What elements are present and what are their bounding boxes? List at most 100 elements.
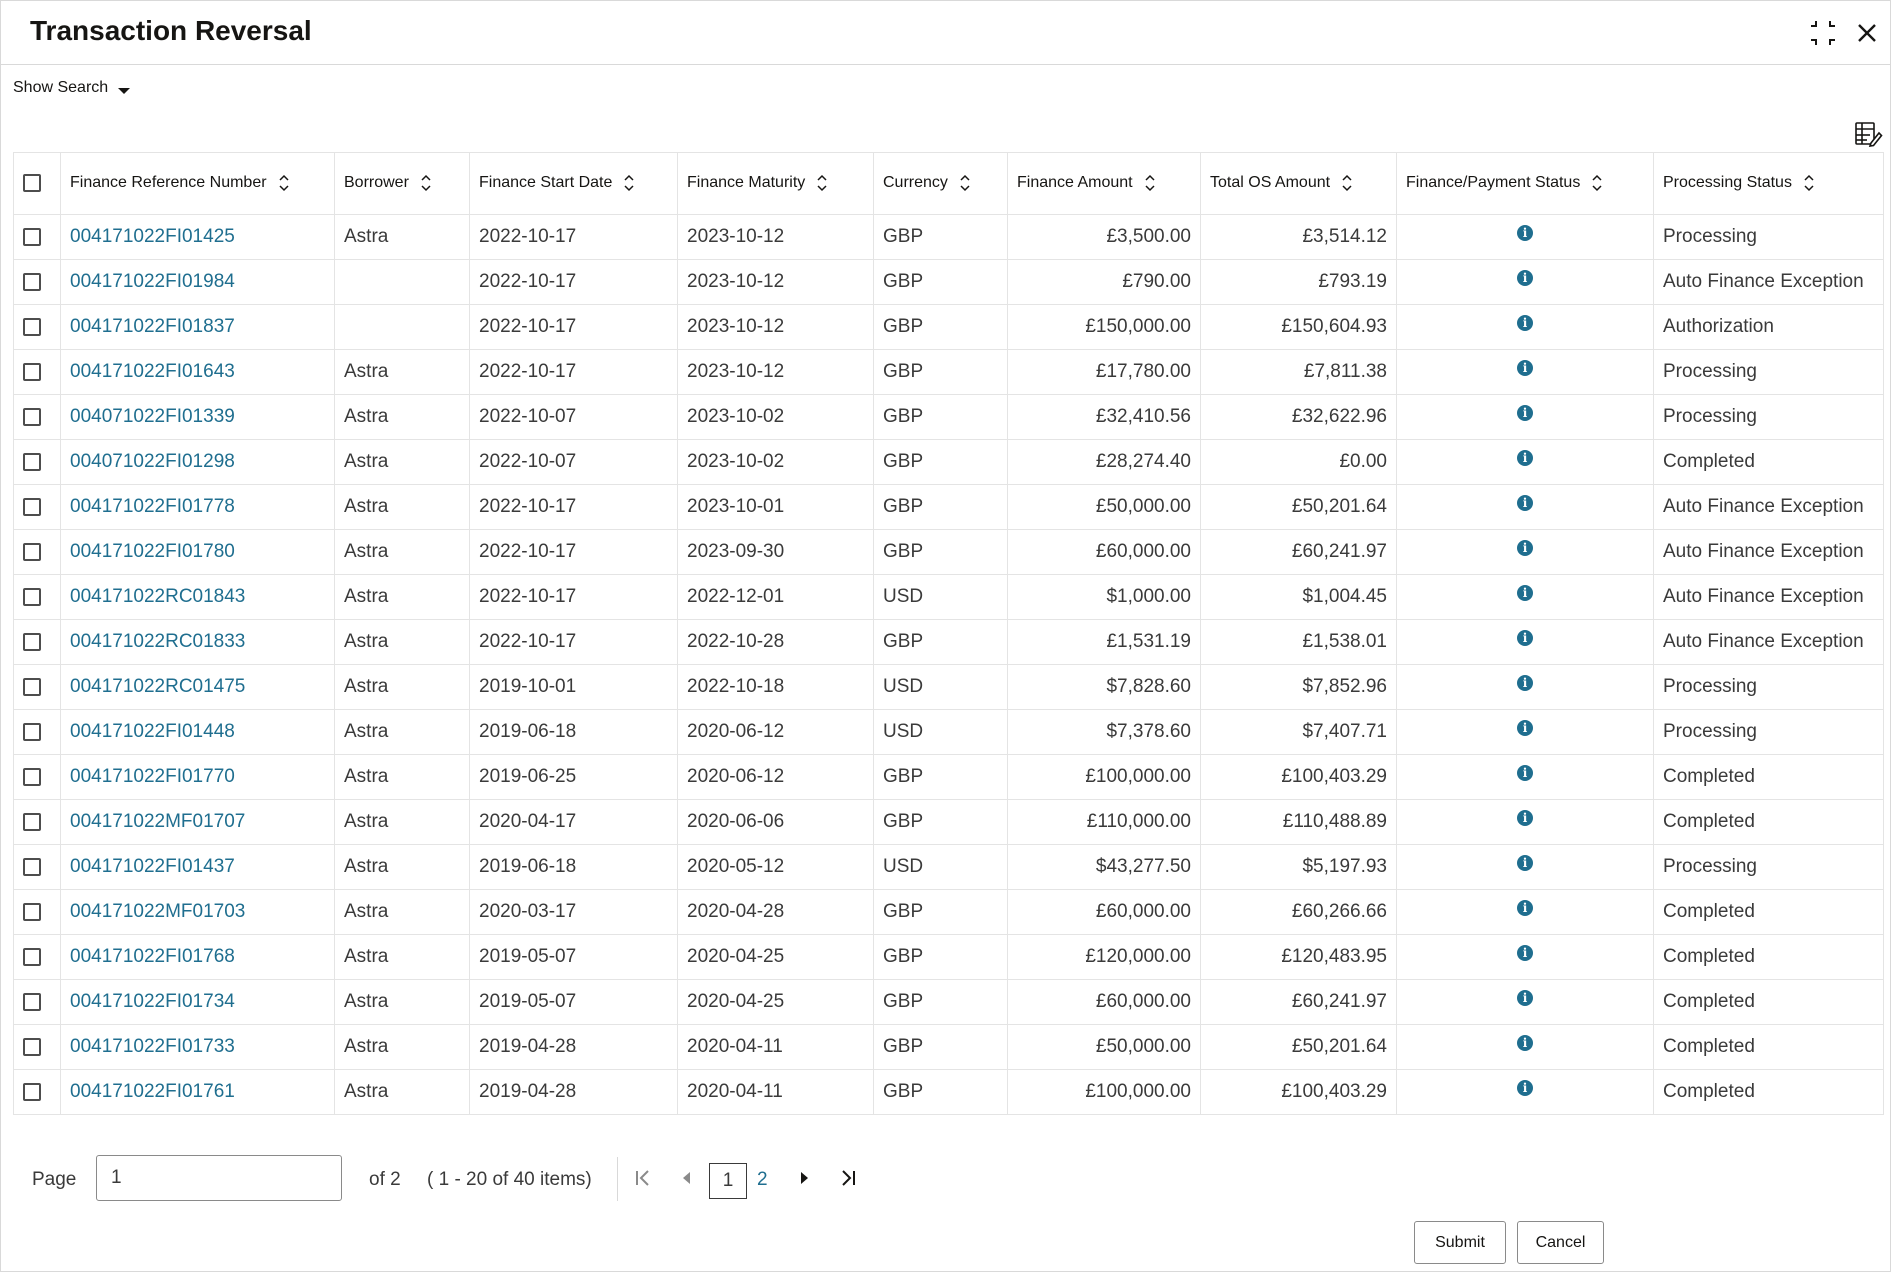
info-icon[interactable]: i	[1517, 494, 1533, 511]
submit-button[interactable]: Submit	[1414, 1221, 1506, 1264]
row-checkbox[interactable]	[23, 857, 41, 876]
sort-icon[interactable]	[958, 174, 972, 192]
row-checkbox[interactable]	[23, 902, 41, 921]
column-header[interactable]: Borrower	[334, 152, 470, 215]
info-icon[interactable]: i	[1517, 449, 1533, 466]
finance-reference-link[interactable]: 004171022FI01643	[60, 349, 335, 395]
column-header[interactable]: Finance Amount	[1007, 152, 1201, 215]
sort-icon[interactable]	[1802, 174, 1816, 192]
payment-status-cell: i	[1396, 394, 1654, 440]
payment-status-cell: i	[1396, 214, 1654, 260]
info-icon[interactable]: i	[1517, 719, 1533, 736]
sort-icon[interactable]	[419, 174, 433, 192]
finance-reference-link[interactable]: 004171022FI01780	[60, 529, 335, 575]
info-icon[interactable]: i	[1517, 674, 1533, 691]
info-icon[interactable]: i	[1517, 899, 1533, 916]
info-icon[interactable]: i	[1517, 224, 1533, 241]
row-checkbox[interactable]	[23, 722, 41, 741]
payment-status-cell: i	[1396, 934, 1654, 980]
show-search-toggle[interactable]: Show Search	[13, 77, 132, 99]
currency-cell: USD	[873, 844, 1008, 890]
sort-icon[interactable]	[815, 174, 829, 192]
previous-page-icon[interactable]	[674, 1165, 700, 1191]
row-checkbox[interactable]	[23, 947, 41, 966]
row-checkbox[interactable]	[23, 227, 41, 246]
next-page-icon[interactable]	[791, 1165, 817, 1191]
info-icon[interactable]: i	[1517, 314, 1533, 331]
row-checkbox[interactable]	[23, 992, 41, 1011]
cancel-button[interactable]: Cancel	[1517, 1221, 1604, 1264]
info-icon[interactable]: i	[1517, 359, 1533, 376]
info-icon[interactable]: i	[1517, 1034, 1533, 1051]
info-icon[interactable]: i	[1517, 539, 1533, 556]
finance-reference-link[interactable]: 004171022RC01833	[60, 619, 335, 665]
column-header[interactable]: Finance Start Date	[469, 152, 678, 215]
sort-icon[interactable]	[277, 174, 291, 192]
last-page-icon[interactable]	[835, 1165, 861, 1191]
row-checkbox[interactable]	[23, 542, 41, 561]
finance-reference-link[interactable]: 004171022FI01437	[60, 844, 335, 890]
finance-reference-link[interactable]: 004171022FI01761	[60, 1069, 335, 1115]
row-checkbox[interactable]	[23, 362, 41, 381]
finance-reference-link[interactable]: 004171022FI01425	[60, 214, 335, 260]
finance-reference-link[interactable]: 004171022RC01475	[60, 664, 335, 710]
grid-settings-icon[interactable]	[1853, 119, 1883, 149]
row-checkbox[interactable]	[23, 812, 41, 831]
sort-icon[interactable]	[1590, 174, 1604, 192]
finance-reference-link[interactable]: 004171022FI01837	[60, 304, 335, 350]
info-icon[interactable]: i	[1517, 989, 1533, 1006]
finance-reference-link[interactable]: 004171022FI01768	[60, 934, 335, 980]
column-header[interactable]: Currency	[873, 152, 1008, 215]
minimize-icon[interactable]	[1807, 17, 1839, 49]
finance-reference-link[interactable]: 004171022FI01448	[60, 709, 335, 755]
column-header[interactable]: Finance/Payment Status	[1396, 152, 1654, 215]
finance-reference-link[interactable]: 004171022FI01733	[60, 1024, 335, 1070]
select-all-checkbox[interactable]	[23, 174, 41, 193]
row-checkbox[interactable]	[23, 587, 41, 606]
row-checkbox[interactable]	[23, 677, 41, 696]
payment-status-cell: i	[1396, 619, 1654, 665]
column-header[interactable]: Total OS Amount	[1200, 152, 1397, 215]
sort-icon[interactable]	[1143, 174, 1157, 192]
borrower-cell: Astra	[334, 799, 470, 845]
sort-icon[interactable]	[622, 174, 636, 192]
row-checkbox[interactable]	[23, 767, 41, 786]
page-number-input[interactable]	[96, 1155, 342, 1201]
finance-reference-link[interactable]: 004171022MF01703	[60, 889, 335, 935]
info-icon[interactable]: i	[1517, 584, 1533, 601]
close-icon[interactable]	[1851, 17, 1883, 49]
finance-reference-link[interactable]: 004171022FI01770	[60, 754, 335, 800]
finance-reference-link[interactable]: 004171022FI01734	[60, 979, 335, 1025]
info-icon[interactable]: i	[1517, 1079, 1533, 1096]
finance-reference-link[interactable]: 004071022FI01298	[60, 439, 335, 485]
finance-reference-link[interactable]: 004171022MF01707	[60, 799, 335, 845]
info-icon[interactable]: i	[1517, 764, 1533, 781]
sort-icon[interactable]	[1340, 174, 1354, 192]
row-checkbox[interactable]	[23, 1082, 41, 1101]
page-total: of 2	[369, 1169, 401, 1190]
page-button-current[interactable]: 1	[709, 1163, 747, 1199]
info-icon[interactable]: i	[1517, 944, 1533, 961]
column-header[interactable]: Finance Reference Number	[60, 152, 335, 215]
finance-reference-link[interactable]: 004171022FI01778	[60, 484, 335, 530]
row-checkbox[interactable]	[23, 317, 41, 336]
row-checkbox[interactable]	[23, 407, 41, 426]
column-header[interactable]: Processing Status	[1653, 152, 1884, 215]
row-checkbox[interactable]	[23, 497, 41, 516]
row-checkbox[interactable]	[23, 1037, 41, 1056]
finance-reference-link[interactable]: 004171022RC01843	[60, 574, 335, 620]
info-icon[interactable]: i	[1517, 404, 1533, 421]
finance-reference-link[interactable]: 004171022FI01984	[60, 259, 335, 305]
page-button-2[interactable]: 2	[757, 1169, 768, 1191]
first-page-icon[interactable]	[630, 1165, 656, 1191]
info-icon[interactable]: i	[1517, 809, 1533, 826]
info-icon[interactable]: i	[1517, 269, 1533, 286]
row-checkbox[interactable]	[23, 632, 41, 651]
row-checkbox[interactable]	[23, 452, 41, 471]
info-icon[interactable]: i	[1517, 854, 1533, 871]
finance-reference-link[interactable]: 004071022FI01339	[60, 394, 335, 440]
column-header[interactable]: Finance Maturity	[677, 152, 874, 215]
info-icon[interactable]: i	[1517, 629, 1533, 646]
row-checkbox[interactable]	[23, 272, 41, 291]
table-row: 004071022FI01339 Astra 2022-10-07 2023-1…	[13, 394, 1884, 440]
